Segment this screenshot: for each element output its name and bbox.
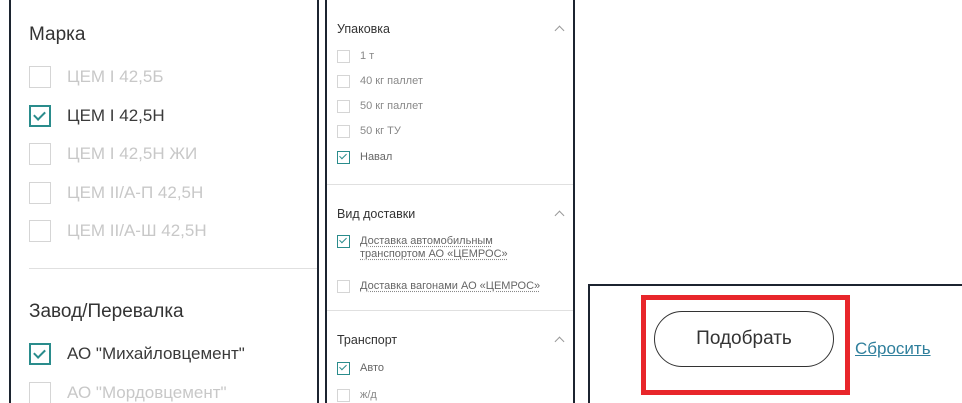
chevron-up-icon[interactable]: [554, 336, 565, 347]
checkbox-checked[interactable]: [29, 105, 51, 127]
checkbox[interactable]: [29, 143, 51, 165]
option-label: АО "Мордовцемент": [67, 383, 227, 402]
packaging-option-50kg-pallet[interactable]: 50 кг паллет: [337, 100, 423, 113]
checkbox-checked[interactable]: [337, 235, 350, 248]
option-label: ЦЕМ I 42,5Н ЖИ: [67, 144, 198, 163]
checkbox[interactable]: [337, 389, 350, 402]
reset-link[interactable]: Сбросить: [855, 339, 931, 359]
brand-option-cem-ii-a-p[interactable]: ЦЕМ II/А-П 42,5Н: [29, 181, 203, 205]
filter-actions-panel: Подобрать Сбросить: [588, 284, 962, 403]
option-label: АО "Михайловцемент": [67, 344, 245, 363]
option-label: ЦЕМ II/А-Ш 42,5Н: [67, 221, 207, 240]
option-label: Авто: [360, 362, 384, 374]
brand-option-cem-i-42-5n[interactable]: ЦЕМ I 42,5Н: [29, 104, 165, 128]
option-label: ж/д: [360, 389, 377, 401]
transport-option-auto[interactable]: Авто: [337, 362, 384, 375]
transport-section-title: Транспорт: [337, 333, 398, 347]
plant-option-mordovcement[interactable]: АО "Мордовцемент": [29, 381, 227, 403]
checkbox[interactable]: [337, 75, 350, 88]
checkbox[interactable]: [29, 382, 51, 403]
chevron-up-icon[interactable]: [554, 25, 565, 36]
plant-section-title: Завод/Перевалка: [29, 301, 184, 322]
checkbox-checked[interactable]: [337, 362, 350, 375]
filter-panel-main: Марка ЦЕМ I 42,5Б ЦЕМ I 42,5Н ЦЕМ I 42,5…: [9, 0, 319, 403]
section-divider: [327, 310, 573, 311]
delivery-option-auto[interactable]: Доставка автомобильным транспортом АО «Ц…: [337, 235, 508, 261]
brand-option-cem-i-42-5n-zhi[interactable]: ЦЕМ I 42,5Н ЖИ: [29, 142, 197, 166]
checkbox-checked[interactable]: [29, 343, 51, 365]
option-label-line2: транспортом АО «ЦЕМРОС»: [360, 248, 508, 260]
brand-section-title: Марка: [29, 24, 86, 45]
checkbox[interactable]: [337, 100, 350, 113]
section-divider: [327, 184, 573, 185]
checkbox[interactable]: [29, 66, 51, 88]
packaging-option-1t[interactable]: 1 т: [337, 50, 374, 63]
option-label: 50 кг паллет: [360, 100, 423, 112]
checkbox[interactable]: [337, 50, 350, 63]
filter-panel-secondary: Упаковка 1 т 40 кг паллет 50 кг паллет 5…: [325, 0, 575, 403]
delivery-section-title: Вид доставки: [337, 207, 416, 221]
packaging-section-title: Упаковка: [337, 22, 390, 36]
option-label-line1: Доставка автомобильным: [360, 235, 493, 247]
checkbox[interactable]: [29, 182, 51, 204]
plant-option-mikhailovcement[interactable]: АО "Михайловцемент": [29, 342, 245, 366]
option-label: 1 т: [360, 50, 375, 62]
option-label: Навал: [360, 151, 393, 163]
option-label: 40 кг паллет: [360, 75, 423, 87]
checkbox[interactable]: [29, 220, 51, 242]
brand-option-cem-ii-a-sh[interactable]: ЦЕМ II/А-Ш 42,5Н: [29, 219, 207, 243]
brand-option-cem-i-42-5b[interactable]: ЦЕМ I 42,5Б: [29, 65, 164, 89]
option-label: ЦЕМ II/А-П 42,5Н: [67, 183, 204, 202]
highlight-frame: [641, 295, 850, 395]
checkbox[interactable]: [337, 280, 350, 293]
section-divider: [29, 268, 317, 269]
option-label: ЦЕМ I 42,5Б: [67, 67, 164, 86]
checkbox[interactable]: [337, 125, 350, 138]
checkbox-checked[interactable]: [337, 151, 350, 164]
option-label: ЦЕМ I 42,5Н: [67, 106, 165, 125]
packaging-option-50kg-tu[interactable]: 50 кг ТУ: [337, 125, 401, 138]
option-label: 50 кг ТУ: [360, 125, 401, 137]
packaging-option-bulk[interactable]: Навал: [337, 151, 392, 164]
option-label: Доставка вагонами АО «ЦЕМРОС»: [360, 280, 541, 292]
delivery-option-rail[interactable]: Доставка вагонами АО «ЦЕМРОС»: [337, 280, 540, 293]
transport-option-rail[interactable]: ж/д: [337, 389, 377, 402]
chevron-up-icon[interactable]: [554, 210, 565, 221]
option-label: Доставка автомобильным транспортом АО «Ц…: [360, 235, 508, 261]
packaging-option-40kg-pallet[interactable]: 40 кг паллет: [337, 75, 423, 88]
